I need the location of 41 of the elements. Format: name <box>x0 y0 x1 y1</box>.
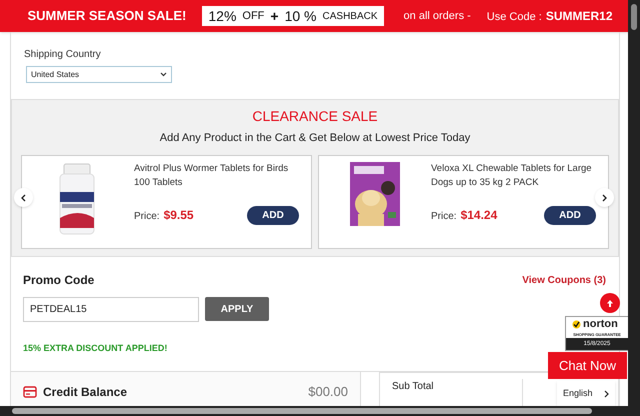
scroll-to-top-button[interactable] <box>600 293 620 313</box>
section-title: CLEARANCE SALE <box>251 107 379 126</box>
banner-note: on all orders - <box>404 8 471 24</box>
credit-card-icon <box>23 386 37 398</box>
banner-title: SUMMER SEASON SALE! <box>27 7 186 26</box>
table-cell-text: Sub Total <box>392 380 435 394</box>
offer-text: OFF <box>242 8 264 24</box>
offer-text: CASHBACK <box>322 10 378 24</box>
credit-balance-label: Credit Balance <box>43 384 128 401</box>
price-label: Price: <box>134 210 160 224</box>
code-label: Use Code : <box>486 10 542 25</box>
price: $14.24 <box>460 207 498 224</box>
chevron-right-icon <box>602 194 607 202</box>
chevron-left-icon <box>21 194 26 202</box>
view-coupons-link[interactable]: View Coupons (3) <box>522 272 606 288</box>
promo-code: SUMMER12 <box>546 8 613 25</box>
product-name[interactable]: Avitrol Plus Wormer Tablets for Birds 100 Tablets <box>134 162 299 202</box>
product-name[interactable]: Veloxa XL Chewable Tablets for Large Dogs up to 35 kg 2 PACK <box>431 162 596 202</box>
language-selector[interactable]: English <box>557 381 615 406</box>
arrow-up-icon <box>606 298 614 308</box>
add-button[interactable]: ADD <box>247 206 299 224</box>
offer-text: 12% <box>208 6 236 26</box>
section-subtitle: Add Any Product in the Cart & Get Below at Lowest Price Today <box>158 131 472 146</box>
country-select[interactable]: United States <box>26 66 172 83</box>
checkmark-icon <box>572 320 581 328</box>
credit-amount: $00.00 <box>308 383 348 402</box>
offer-text: 10 % <box>284 6 317 26</box>
promo-code-field[interactable]: PETDEAL15 <box>23 297 199 322</box>
apply-button[interactable]: APPLY <box>205 297 269 321</box>
chevron-down-icon <box>160 72 167 77</box>
price-label: Price: <box>431 210 457 224</box>
chevron-right-icon <box>604 390 609 398</box>
field-label: Shipping Country <box>24 48 102 62</box>
previous-button[interactable] <box>14 188 33 207</box>
discount-message: 15% EXTRA DISCOUNT APPLIED! <box>23 342 168 355</box>
offer-text: + <box>270 6 279 26</box>
chat-now-button[interactable]: Chat Now <box>548 352 627 379</box>
add-button[interactable]: ADD <box>544 206 596 224</box>
section-title: Promo Code <box>23 272 94 289</box>
norton-brand: norton <box>583 318 618 330</box>
price: $9.55 <box>164 207 194 224</box>
